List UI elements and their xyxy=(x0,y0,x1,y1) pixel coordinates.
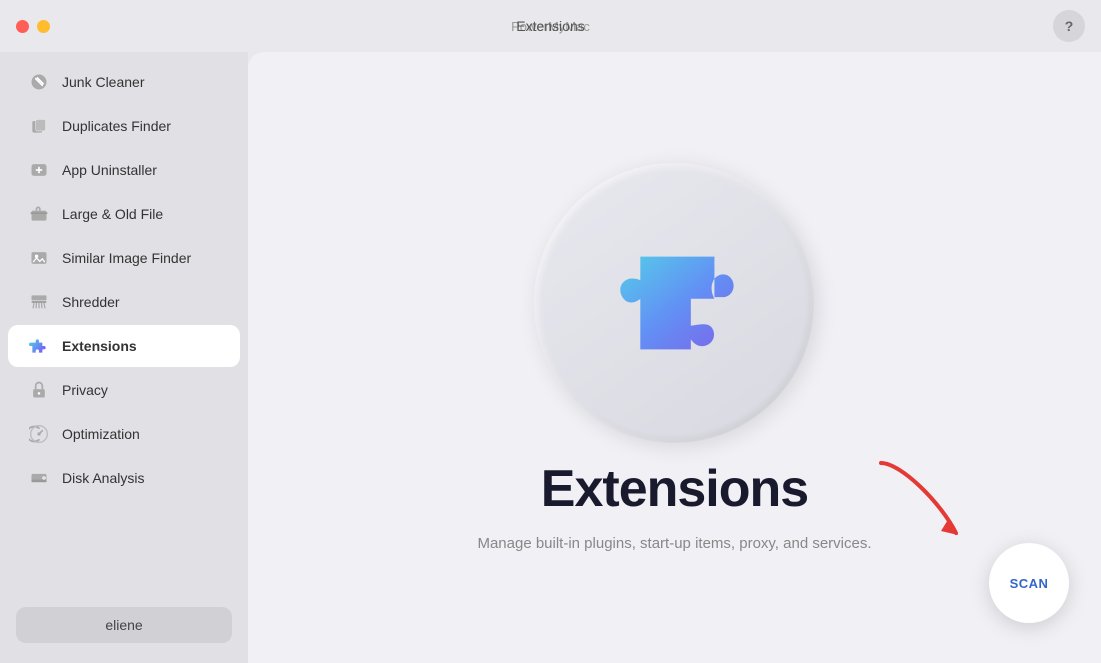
content-subtitle: Manage built-in plugins, start-up items,… xyxy=(477,535,871,552)
speed-icon xyxy=(28,423,50,445)
shredder-icon xyxy=(28,291,50,313)
arrow-container xyxy=(861,443,981,563)
close-button[interactable] xyxy=(16,20,29,33)
sidebar-item-junk-cleaner[interactable]: Junk Cleaner xyxy=(8,61,240,103)
sidebar-item-optimization[interactable]: Optimization xyxy=(8,413,240,455)
content-area: Extensions Manage built-in plugins, star… xyxy=(248,52,1101,663)
sidebar-item-privacy[interactable]: Privacy xyxy=(8,369,240,411)
files-icon xyxy=(28,115,50,137)
help-button[interactable]: ? xyxy=(1053,10,1085,42)
sidebar: Junk Cleaner Duplicates Finder App Unins… xyxy=(0,52,248,663)
arrow-icon xyxy=(861,443,981,563)
image-icon xyxy=(28,247,50,269)
sidebar-item-label: Junk Cleaner xyxy=(62,74,145,90)
sidebar-item-large-old-file[interactable]: Large & Old File xyxy=(8,193,240,235)
sidebar-item-duplicates-finder[interactable]: Duplicates Finder xyxy=(8,105,240,147)
content-inner: Extensions Manage built-in plugins, star… xyxy=(477,163,871,552)
icon-circle xyxy=(534,163,814,443)
content-title: Extensions xyxy=(541,459,808,519)
sidebar-item-app-uninstaller[interactable]: App Uninstaller xyxy=(8,149,240,191)
traffic-lights xyxy=(16,20,50,33)
sidebar-item-label: App Uninstaller xyxy=(62,162,157,178)
page-title: Extensions xyxy=(516,18,584,34)
sidebar-item-disk-analysis[interactable]: Disk Analysis xyxy=(8,457,240,499)
sidebar-item-label: Similar Image Finder xyxy=(62,250,191,266)
sidebar-item-label: Optimization xyxy=(62,426,140,442)
app-uninstall-icon xyxy=(28,159,50,181)
sidebar-item-label: Duplicates Finder xyxy=(62,118,171,134)
sidebar-item-label: Extensions xyxy=(62,338,137,354)
sidebar-item-label: Privacy xyxy=(62,382,108,398)
sidebar-item-label: Shredder xyxy=(62,294,120,310)
briefcase-icon xyxy=(28,203,50,225)
minimize-button[interactable] xyxy=(37,20,50,33)
user-button[interactable]: eliene xyxy=(16,607,232,643)
sidebar-item-label: Large & Old File xyxy=(62,206,163,222)
sidebar-item-label: Disk Analysis xyxy=(62,470,144,486)
extensions-icon xyxy=(28,335,50,357)
sidebar-item-similar-image-finder[interactable]: Similar Image Finder xyxy=(8,237,240,279)
broom-icon xyxy=(28,71,50,93)
main-layout: Junk Cleaner Duplicates Finder App Unins… xyxy=(0,52,1101,663)
puzzle-piece-svg xyxy=(589,223,759,383)
lock-icon xyxy=(28,379,50,401)
sidebar-user-section: eliene xyxy=(0,595,248,655)
disk-icon xyxy=(28,467,50,489)
scan-button[interactable]: SCAN xyxy=(989,543,1069,623)
sidebar-item-extensions[interactable]: Extensions xyxy=(8,325,240,367)
titlebar: PowerMyMac Extensions ? xyxy=(0,0,1101,52)
sidebar-item-shredder[interactable]: Shredder xyxy=(8,281,240,323)
